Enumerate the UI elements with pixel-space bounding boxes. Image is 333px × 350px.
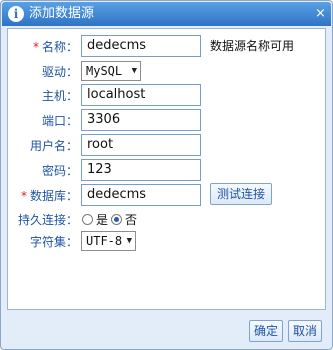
driver-label: 驱动：: [41, 65, 78, 79]
charset-select[interactable]: UTF-8 ▼: [81, 231, 136, 251]
user-input[interactable]: root: [81, 134, 201, 156]
persistent-yes-radio[interactable]: [82, 214, 93, 225]
cancel-button[interactable]: 取消: [288, 320, 322, 342]
password-input[interactable]: 123: [81, 159, 201, 181]
chevron-down-icon: ▼: [131, 66, 137, 76]
dialog-title: 添加数据源: [29, 6, 95, 21]
database-label: * 数据库：: [20, 189, 78, 203]
database-input[interactable]: dedecms: [81, 184, 201, 206]
name-input[interactable]: dedecms: [81, 35, 201, 57]
host-label: 主机：: [41, 89, 78, 103]
ok-button[interactable]: 确定: [249, 320, 283, 342]
required-mark: *: [20, 189, 27, 203]
name-label: * 名称：: [32, 40, 78, 54]
user-label: 用户名：: [29, 139, 78, 153]
close-icon[interactable]: ×: [313, 6, 328, 21]
persistent-label: 持久连接：: [17, 213, 78, 227]
test-connection-button[interactable]: 测试连接: [210, 183, 272, 205]
port-input[interactable]: 3306: [81, 109, 201, 131]
info-icon: i: [8, 6, 24, 22]
driver-select[interactable]: MySQL ▼: [81, 61, 141, 81]
required-mark: *: [32, 40, 39, 54]
charset-label: 字符集：: [29, 235, 78, 249]
port-label: 端口：: [41, 114, 78, 128]
host-input[interactable]: localhost: [81, 84, 201, 106]
dialog-content: * 名称： dedecms 数据源名称可用 驱动： MySQL ▼ 主机： loc…: [7, 28, 326, 310]
persistent-yes-label: 是: [96, 213, 109, 227]
charset-value: UTF-8: [86, 234, 123, 248]
add-datasource-dialog: i 添加数据源 × * 名称： dedecms 数据源名称可用 驱动： MySQL…: [0, 0, 333, 350]
dialog-titlebar[interactable]: i 添加数据源 ×: [2, 2, 331, 26]
driver-value: MySQL: [86, 64, 123, 78]
persistent-no-label: 否: [125, 213, 138, 227]
persistent-no-radio[interactable]: [111, 214, 122, 225]
password-label: 密码：: [41, 164, 78, 178]
name-hint: 数据源名称可用: [210, 39, 295, 53]
chevron-down-icon: ▼: [126, 236, 132, 246]
